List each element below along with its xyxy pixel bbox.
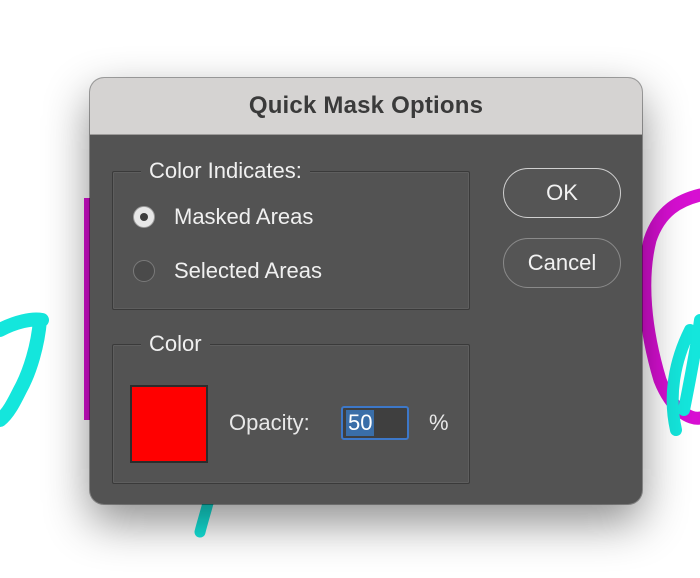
color-indicates-legend: Color Indicates:: [141, 156, 310, 186]
canvas-stage: Quick Mask Options Color Indicates: Mask…: [0, 0, 700, 578]
selected-areas-label: Selected Areas: [174, 258, 322, 283]
masked-areas-option[interactable]: Masked Areas: [133, 204, 313, 230]
percent-sign: %: [429, 410, 449, 435]
ok-button[interactable]: OK: [503, 168, 621, 218]
quick-mask-options-dialog: Quick Mask Options Color Indicates: Mask…: [90, 78, 642, 504]
cancel-button[interactable]: Cancel: [503, 238, 621, 288]
cyan-stroke-left: [0, 312, 49, 427]
color-group: Color Opacity: 50 %: [112, 329, 470, 484]
masked-areas-radio[interactable]: [133, 206, 155, 228]
selected-areas-option[interactable]: Selected Areas: [133, 258, 322, 284]
opacity-input[interactable]: 50: [341, 406, 409, 440]
opacity-label: Opacity:: [229, 410, 310, 435]
masked-areas-label: Masked Areas: [174, 204, 314, 229]
selected-areas-radio[interactable]: [133, 260, 155, 282]
mask-color-swatch[interactable]: [130, 385, 208, 463]
dialog-titlebar[interactable]: Quick Mask Options: [90, 78, 642, 135]
color-legend: Color: [141, 329, 210, 359]
opacity-value: 50: [346, 410, 375, 436]
color-indicates-group: Color Indicates: Masked Areas Selected A…: [112, 156, 470, 310]
dialog-title: Quick Mask Options: [248, 92, 484, 119]
